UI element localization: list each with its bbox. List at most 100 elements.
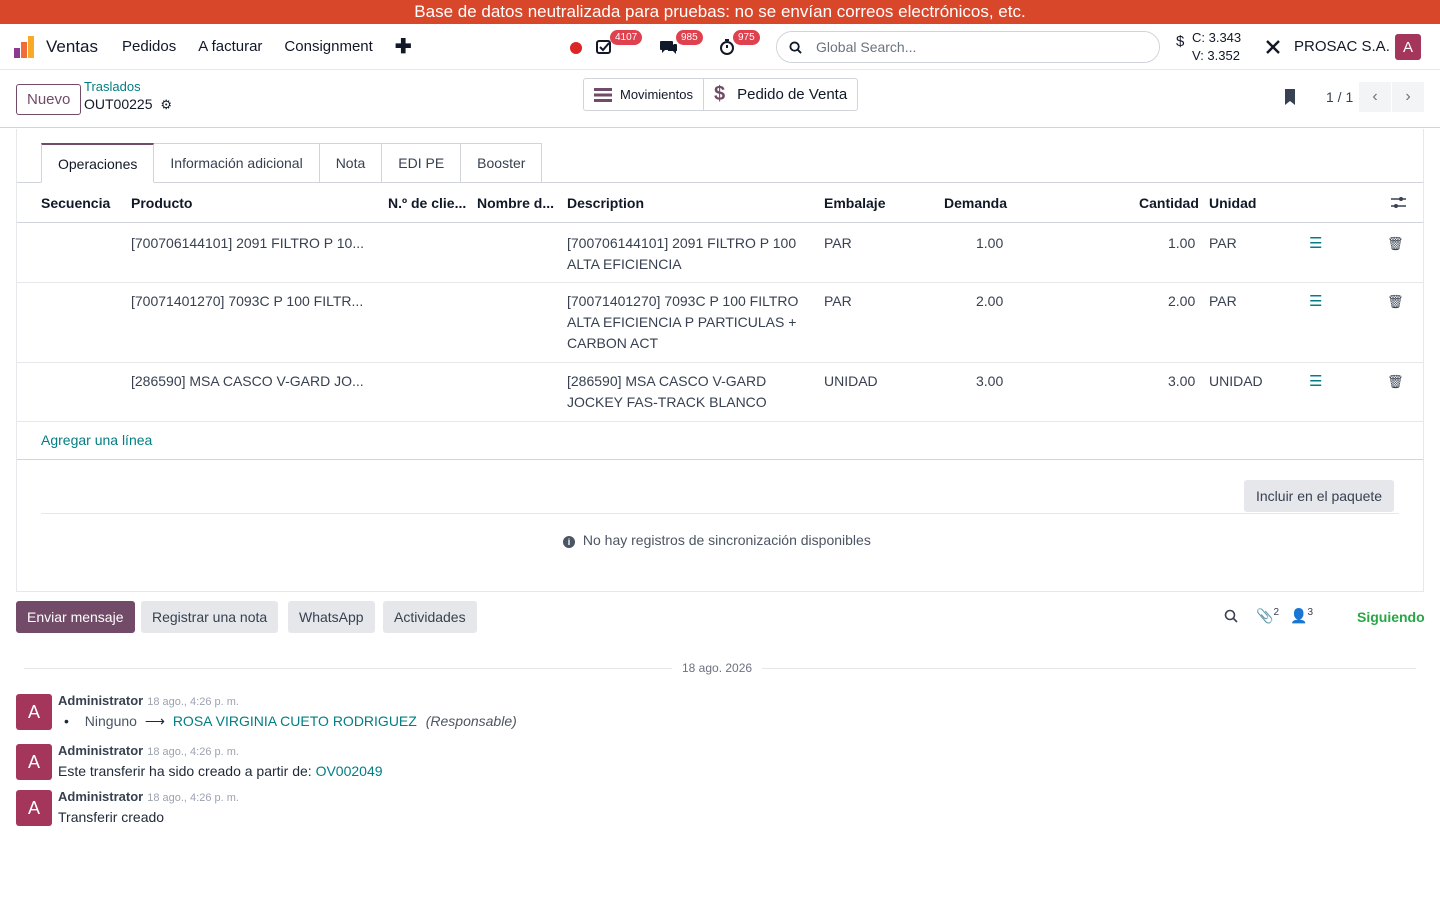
row-demand[interactable]: 3.00 <box>976 371 1003 392</box>
moves-smart-button[interactable]: Movimientos <box>584 79 703 110</box>
send-message-button[interactable]: Enviar mensaje <box>16 601 135 633</box>
row-packaging[interactable]: UNIDAD <box>824 371 878 392</box>
col-customer-number[interactable]: N.º de clie... <box>388 193 466 214</box>
row-demand[interactable]: 1.00 <box>976 233 1003 254</box>
menu-pedidos[interactable]: Pedidos <box>122 38 176 55</box>
record-name: OUT00225 <box>84 96 153 112</box>
timer-icon[interactable]: 975 <box>719 30 760 55</box>
add-line-link[interactable]: Agregar una línea <box>41 432 152 448</box>
author-name[interactable]: Administrator <box>58 693 143 708</box>
row-product[interactable]: [700706144101] 2091 FILTRO P 10... <box>131 233 364 254</box>
date-label: 18 ago. 2026 <box>672 661 763 675</box>
table-row[interactable]: [700706144101] 2091 FILTRO P 10... [7007… <box>17 223 1423 283</box>
row-demand[interactable]: 2.00 <box>976 291 1003 312</box>
include-in-package-button[interactable]: Incluir en el paquete <box>1244 480 1395 512</box>
row-quantity[interactable]: 1.00 <box>1168 233 1195 254</box>
app-name[interactable]: Ventas <box>46 37 98 57</box>
col-unidad[interactable]: Unidad <box>1209 193 1256 214</box>
row-quantity[interactable]: 3.00 <box>1168 371 1195 392</box>
next-record-button[interactable]: › <box>1392 82 1424 112</box>
activities-button[interactable]: Actividades <box>383 601 477 633</box>
new-button[interactable]: Nuevo <box>16 84 82 115</box>
message-text: Este transferir ha sido creado a partir … <box>58 763 312 779</box>
trash-icon[interactable]: 🗑 <box>1387 233 1404 254</box>
paperclip-icon: 📎 <box>1256 607 1274 624</box>
col-customer-name[interactable]: Nombre d... <box>477 193 554 214</box>
row-description-line3: CARBON ACT <box>567 335 659 351</box>
message-text: Transferir creado <box>58 809 165 825</box>
trash-icon[interactable]: 🗑 <box>1387 371 1404 392</box>
search-placeholder: Global Search... <box>816 39 917 55</box>
menu-a-facturar[interactable]: A facturar <box>198 38 262 55</box>
row-product[interactable]: [70071401270] 7093C P 100 FILTR... <box>131 291 363 312</box>
debug-tools-icon[interactable] <box>1265 39 1281 55</box>
log-note-button[interactable]: Registrar una nota <box>141 601 279 633</box>
pager-value[interactable]: 1 / 1 <box>1326 89 1353 105</box>
tab-booster[interactable]: Booster <box>461 143 543 183</box>
user-avatar[interactable]: A <box>1395 34 1421 60</box>
tab-nota[interactable]: Nota <box>319 143 383 183</box>
col-description[interactable]: Description <box>567 193 644 214</box>
company-switcher[interactable]: PROSAC S.A. <box>1294 38 1390 55</box>
trash-icon[interactable]: 🗑 <box>1387 291 1404 312</box>
control-panel: Nuevo Traslados OUT00225 ⚙ Movimientos $… <box>0 70 1440 128</box>
col-demanda[interactable]: Demanda <box>944 193 1007 214</box>
gear-icon[interactable]: ⚙ <box>160 97 172 112</box>
bookmark-icon[interactable] <box>1284 88 1298 109</box>
row-unit[interactable]: PAR <box>1209 291 1237 312</box>
row-quantity[interactable]: 2.00 <box>1168 291 1195 312</box>
row-packaging[interactable]: PAR <box>824 233 852 254</box>
previous-record-button[interactable]: ‹ <box>1359 82 1391 112</box>
col-producto[interactable]: Producto <box>131 193 192 214</box>
odoo-logo-icon[interactable] <box>14 35 36 58</box>
author-name[interactable]: Administrator <box>58 743 143 758</box>
col-cantidad[interactable]: Cantidad <box>1139 193 1199 214</box>
whatsapp-button[interactable]: WhatsApp <box>288 601 375 633</box>
chatter-search-icon[interactable] <box>1224 609 1238 626</box>
notebook-tabs: Operaciones Información adicional Nota E… <box>41 143 543 183</box>
row-unit[interactable]: PAR <box>1209 233 1237 254</box>
activities-icon[interactable]: 4107 <box>596 30 643 55</box>
message-author: Administrator 18 ago., 4:26 p. m. <box>58 693 239 708</box>
new-value[interactable]: ROSA VIRGINIA CUETO RODRIGUEZ <box>173 713 417 729</box>
col-secuencia[interactable]: Secuencia <box>41 193 110 214</box>
global-search-input[interactable]: Global Search... <box>776 31 1160 63</box>
message-author: Administrator 18 ago., 4:26 p. m. <box>58 789 239 804</box>
breadcrumb-current: OUT00225 ⚙ <box>84 96 172 113</box>
details-list-icon[interactable]: ☰ <box>1309 371 1322 392</box>
message-avatar[interactable]: A <box>16 744 52 780</box>
tab-informacion-adicional[interactable]: Información adicional <box>154 143 320 183</box>
menu-consignment[interactable]: Consignment <box>284 38 372 55</box>
tab-edi-pe[interactable]: EDI PE <box>382 143 462 183</box>
table-row[interactable]: [286590] MSA CASCO V-GARD JO... [286590]… <box>17 363 1423 422</box>
search-icon <box>789 40 802 54</box>
breadcrumb-traslados[interactable]: Traslados <box>84 79 141 94</box>
attachments-button[interactable]: 📎2 <box>1256 607 1279 625</box>
message-avatar[interactable]: A <box>16 790 52 826</box>
source-order-link[interactable]: OV002049 <box>316 763 383 779</box>
column-settings-icon[interactable] <box>1391 195 1406 216</box>
col-embalaje[interactable]: Embalaje <box>824 193 885 214</box>
record-indicator-icon[interactable] <box>570 42 582 54</box>
add-menu-icon[interactable]: ✚ <box>395 34 412 59</box>
author-name[interactable]: Administrator <box>58 789 143 804</box>
message-body: Este transferir ha sido creado a partir … <box>58 763 383 779</box>
row-packaging[interactable]: PAR <box>824 291 852 312</box>
old-value: Ninguno <box>84 713 137 729</box>
following-button[interactable]: Siguiendo <box>1357 609 1425 625</box>
dollar-icon: $ <box>713 83 726 105</box>
followers-button[interactable]: 👤3 <box>1290 607 1313 625</box>
details-list-icon[interactable]: ☰ <box>1309 233 1322 254</box>
list-icon <box>594 87 612 102</box>
messages-icon[interactable]: 985 <box>660 30 703 55</box>
message-avatar[interactable]: A <box>16 694 52 730</box>
sale-order-smart-button[interactable]: $ Pedido de Venta <box>702 79 857 110</box>
details-list-icon[interactable]: ☰ <box>1309 291 1322 312</box>
bullet: • <box>64 713 69 729</box>
row-unit[interactable]: UNIDAD <box>1209 371 1263 392</box>
row-product[interactable]: [286590] MSA CASCO V-GARD JO... <box>131 371 364 392</box>
smart-buttons: Movimientos $ Pedido de Venta <box>583 78 859 111</box>
tab-operaciones[interactable]: Operaciones <box>41 143 155 183</box>
table-row[interactable]: [70071401270] 7093C P 100 FILTR... [7007… <box>17 283 1423 363</box>
currency-icon[interactable]: $ <box>1176 33 1184 50</box>
